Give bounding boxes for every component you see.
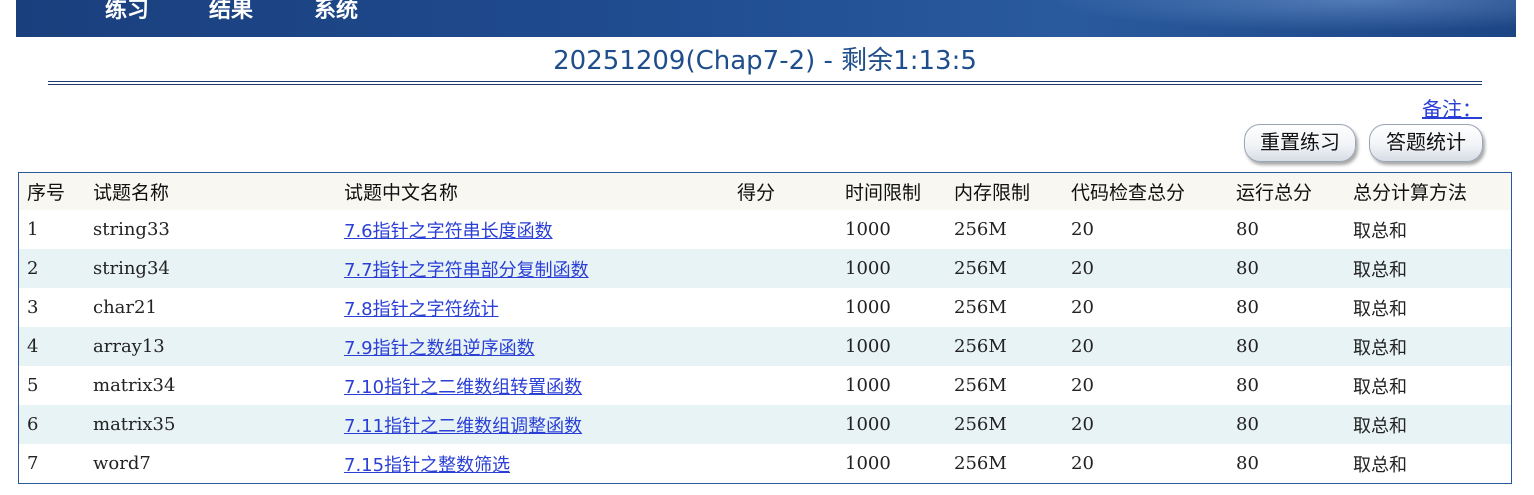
table-row: 5 matrix34 7.10指针之二维数组转置函数 1000 256M 20 …: [19, 366, 1511, 405]
row-score: [729, 405, 837, 444]
row-no: 2: [19, 249, 85, 288]
row-mem: 256M: [946, 366, 1063, 405]
nav-item-system[interactable]: 系统: [314, 0, 358, 24]
row-name: array13: [85, 327, 336, 366]
row-run: 80: [1228, 366, 1345, 405]
row-run: 80: [1228, 249, 1345, 288]
row-time: 1000: [837, 288, 946, 327]
row-score: [729, 249, 837, 288]
row-no: 7: [19, 444, 85, 483]
row-run: 80: [1228, 288, 1345, 327]
table-row: 2 string34 7.7指针之字符串部分复制函数 1000 256M 20 …: [19, 249, 1511, 288]
nav-item-results[interactable]: 结果: [209, 0, 253, 24]
problem-link[interactable]: 7.7指针之字符串部分复制函数: [344, 260, 589, 281]
row-time: 1000: [837, 249, 946, 288]
row-code-check: 20: [1063, 444, 1228, 483]
row-mem: 256M: [946, 249, 1063, 288]
table-row: 6 matrix35 7.11指针之二维数组调整函数 1000 256M 20 …: [19, 405, 1511, 444]
row-method: 取总和: [1345, 405, 1511, 444]
top-nav-bar: 练习 结果 系统: [16, 0, 1516, 37]
problem-link[interactable]: 7.10指针之二维数组转置函数: [344, 377, 582, 398]
nav-item-practice[interactable]: 练习: [105, 0, 149, 24]
table-row: 7 word7 7.15指针之整数筛选 1000 256M 20 80 取总和: [19, 444, 1511, 483]
row-code-check: 20: [1063, 249, 1228, 288]
row-run: 80: [1228, 210, 1345, 249]
row-name: word7: [85, 444, 336, 483]
col-header-code-check: 代码检查总分: [1063, 173, 1228, 210]
row-score: [729, 444, 837, 483]
col-header-method: 总分计算方法: [1345, 173, 1511, 210]
row-score: [729, 210, 837, 249]
row-method: 取总和: [1345, 288, 1511, 327]
row-time: 1000: [837, 405, 946, 444]
row-method: 取总和: [1345, 444, 1511, 483]
row-score: [729, 366, 837, 405]
notes-link[interactable]: 备注：: [1422, 93, 1482, 122]
table-header-row: 序号 试题名称 试题中文名称 得分 时间限制 内存限制 代码检查总分 运行总分 …: [19, 173, 1511, 210]
row-code-check: 20: [1063, 405, 1228, 444]
page-title: 20251209(Chap7-2) - 剩余1:13:5: [553, 46, 977, 76]
row-time: 1000: [837, 366, 946, 405]
table-row: 1 string33 7.6指针之字符串长度函数 1000 256M 20 80…: [19, 210, 1511, 249]
row-run: 80: [1228, 327, 1345, 366]
table-row: 3 char21 7.8指针之字符统计 1000 256M 20 80 取总和: [19, 288, 1511, 327]
row-name: char21: [85, 288, 336, 327]
reset-practice-button[interactable]: 重置练习: [1244, 124, 1356, 162]
row-time: 1000: [837, 444, 946, 483]
col-header-name: 试题名称: [85, 173, 336, 210]
row-name: matrix34: [85, 366, 336, 405]
row-name: matrix35: [85, 405, 336, 444]
problem-link[interactable]: 7.6指针之字符串长度函数: [344, 221, 553, 242]
row-run: 80: [1228, 444, 1345, 483]
row-method: 取总和: [1345, 327, 1511, 366]
row-score: [729, 288, 837, 327]
row-method: 取总和: [1345, 366, 1511, 405]
row-mem: 256M: [946, 288, 1063, 327]
table-row: 4 array13 7.9指针之数组逆序函数 1000 256M 20 80 取…: [19, 327, 1511, 366]
col-header-cn-name: 试题中文名称: [336, 173, 729, 210]
problem-table: 序号 试题名称 试题中文名称 得分 时间限制 内存限制 代码检查总分 运行总分 …: [18, 172, 1512, 484]
row-method: 取总和: [1345, 210, 1511, 249]
row-code-check: 20: [1063, 327, 1228, 366]
row-code-check: 20: [1063, 210, 1228, 249]
col-header-score: 得分: [729, 173, 837, 210]
row-mem: 256M: [946, 444, 1063, 483]
problem-link[interactable]: 7.8指针之字符统计: [344, 299, 499, 320]
row-mem: 256M: [946, 405, 1063, 444]
problem-link[interactable]: 7.11指针之二维数组调整函数: [344, 416, 582, 437]
row-mem: 256M: [946, 327, 1063, 366]
row-no: 6: [19, 405, 85, 444]
row-code-check: 20: [1063, 366, 1228, 405]
row-method: 取总和: [1345, 249, 1511, 288]
col-header-run-score: 运行总分: [1228, 173, 1345, 210]
row-no: 1: [19, 210, 85, 249]
col-header-time-limit: 时间限制: [837, 173, 946, 210]
row-time: 1000: [837, 210, 946, 249]
row-score: [729, 327, 837, 366]
row-time: 1000: [837, 327, 946, 366]
problem-link[interactable]: 7.15指针之整数筛选: [344, 455, 510, 476]
row-name: string33: [85, 210, 336, 249]
col-header-no: 序号: [19, 173, 85, 210]
row-no: 3: [19, 288, 85, 327]
answer-stats-button[interactable]: 答题统计: [1369, 124, 1483, 162]
row-no: 5: [19, 366, 85, 405]
row-no: 4: [19, 327, 85, 366]
title-divider: [48, 81, 1482, 85]
problem-link[interactable]: 7.9指针之数组逆序函数: [344, 338, 535, 359]
col-header-memory-limit: 内存限制: [946, 173, 1063, 210]
row-mem: 256M: [946, 210, 1063, 249]
row-code-check: 20: [1063, 288, 1228, 327]
row-name: string34: [85, 249, 336, 288]
row-run: 80: [1228, 405, 1345, 444]
